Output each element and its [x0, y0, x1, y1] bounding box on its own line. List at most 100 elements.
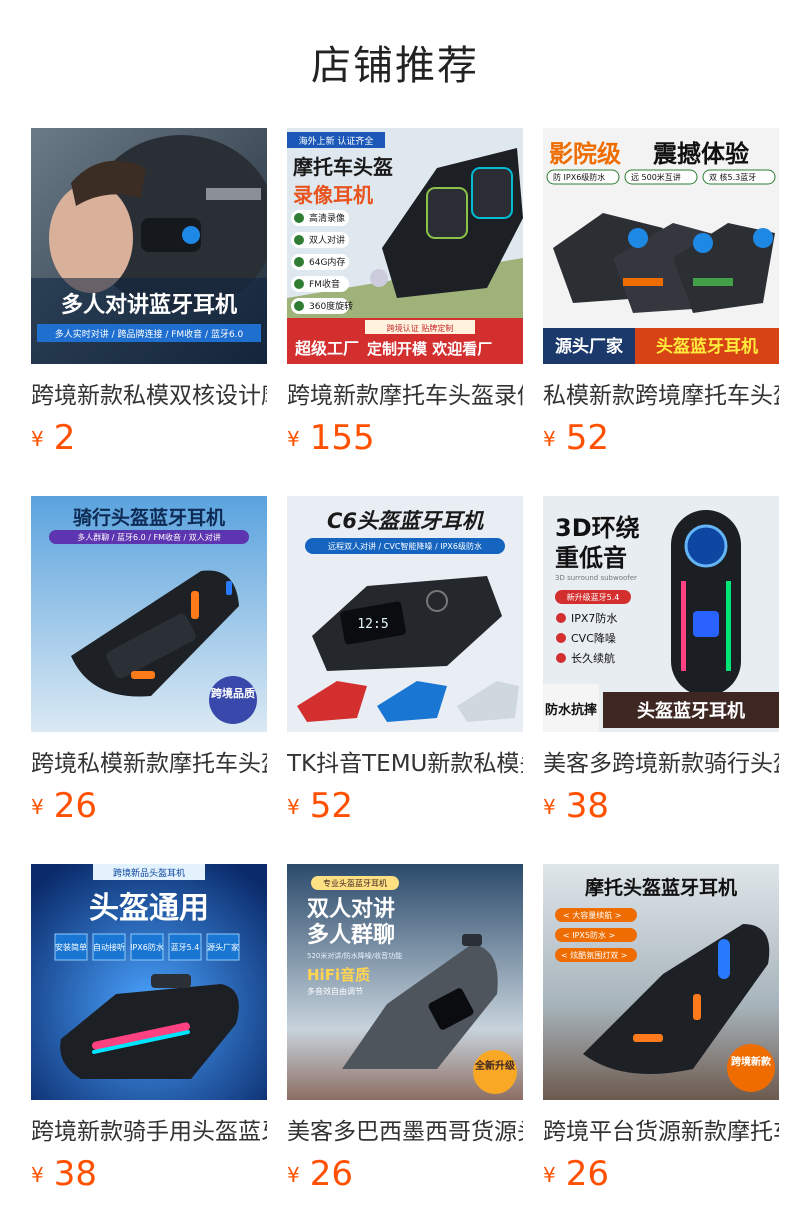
currency-symbol: ¥: [31, 427, 44, 451]
product-image[interactable]: C6头盔蓝牙耳机 远程双人对讲 / CVC智能降噪 / IPX6级防水 12:5: [287, 496, 523, 732]
image-banner-tag: 跨境认证 贴牌定制: [387, 323, 454, 333]
image-highlight: HiFi音质: [307, 966, 370, 984]
currency-symbol: ¥: [543, 1163, 556, 1187]
product-title[interactable]: 美客多巴西墨西哥货源头盔蓝牙耳机: [287, 1112, 523, 1152]
product-price: ¥26: [543, 1152, 609, 1196]
product-image[interactable]: 3D环绕 重低音 3D surround subwoofer 新升级蓝牙5.4 …: [543, 496, 779, 732]
product-title[interactable]: 跨境新款摩托车头盔录像耳机: [287, 376, 523, 416]
image-banner-left: 防水抗摔: [545, 702, 597, 718]
product-card[interactable]: 专业头盔蓝牙耳机 双人对讲 多人群聊 520米对讲/防水降噪/收音功能 HiFi…: [287, 864, 523, 1204]
image-subline: 多人实时对讲 / 跨品牌连接 / FM收音 / 蓝牙6.0: [55, 328, 244, 340]
feature-label: 双人对讲: [309, 234, 345, 246]
product-card[interactable]: 海外上新 认证齐全 摩托车头盔 录像耳机 高清录像 双人对讲 64G内存 FM收…: [287, 128, 523, 468]
image-headline: 骑行头盔蓝牙耳机: [73, 506, 225, 529]
image-headline: 多人群聊: [307, 922, 395, 948]
image-pill: 新升级蓝牙5.4: [567, 592, 620, 602]
image-headline: 摩托车头盔: [293, 155, 393, 179]
feature-label: 360度旋转: [309, 300, 353, 312]
image-banner-right: 头盔蓝牙耳机: [656, 336, 758, 357]
product-card[interactable]: 骑行头盔蓝牙耳机 多人群聊 / 蓝牙6.0 / FM收音 / 双人对讲 跨境品质…: [31, 496, 267, 836]
price-value: 38: [565, 786, 609, 826]
spec-chip: 自动接听: [93, 942, 125, 952]
price-value: 52: [309, 786, 353, 826]
feature-tag: < IPX5防水 >: [563, 930, 615, 940]
product-price: ¥38: [543, 784, 609, 828]
spec-chip: 远 500米互讲: [631, 172, 681, 182]
image-headline: 双人对讲: [307, 897, 395, 922]
price-value: 2: [53, 418, 76, 458]
image-headline: 摩托头盔蓝牙耳机: [585, 876, 737, 899]
image-headline: 重低音: [555, 544, 627, 572]
product-title[interactable]: 跨境新款私模双核设计摩托车头盔蓝牙耳机: [31, 376, 267, 416]
product-image[interactable]: 海外上新 认证齐全 摩托车头盔 录像耳机 高清录像 双人对讲 64G内存 FM收…: [287, 128, 523, 364]
feature-label: CVC降噪: [571, 631, 616, 645]
image-headline: 震撼体验: [653, 140, 749, 168]
price-value: 155: [309, 418, 375, 458]
spec-chip: 双 核5.3蓝牙: [709, 172, 756, 182]
image-seal: 跨境新款: [731, 1055, 772, 1068]
image-banner-left: 源头厂家: [555, 336, 623, 357]
product-price: ¥26: [287, 1152, 353, 1196]
spec-chip: 安装简单: [55, 942, 87, 952]
product-price: ¥38: [31, 1152, 97, 1196]
product-card[interactable]: 影院级 震撼体验 防 IPX6级防水 远 500米互讲 双 核5.3蓝牙 源头厂…: [543, 128, 779, 468]
image-banner-right: 定制开模 欢迎看厂: [367, 340, 492, 358]
product-title[interactable]: 跨境新款骑手用头盔蓝牙耳机: [31, 1112, 267, 1152]
currency-symbol: ¥: [543, 795, 556, 819]
currency-symbol: ¥: [287, 795, 300, 819]
price-value: 26: [53, 786, 97, 826]
currency-symbol: ¥: [31, 795, 44, 819]
feature-label: 64G内存: [309, 256, 345, 268]
feature-label: FM收音: [309, 278, 340, 290]
price-value: 38: [53, 1154, 97, 1194]
product-image[interactable]: 跨境新品头盔耳机 头盔通用 安装简单 自动接听 IPX6防水 蓝牙5.4 源头厂…: [31, 864, 267, 1100]
image-banner-left: 超级工厂: [294, 339, 359, 358]
image-banner-right: 头盔蓝牙耳机: [637, 700, 745, 722]
device-screen-readout: 12:5: [357, 617, 388, 632]
product-card[interactable]: 跨境新品头盔耳机 头盔通用 安装简单 自动接听 IPX6防水 蓝牙5.4 源头厂…: [31, 864, 267, 1204]
product-card[interactable]: 多人对讲蓝牙耳机 多人实时对讲 / 跨品牌连接 / FM收音 / 蓝牙6.0 跨…: [31, 128, 267, 468]
feature-label: 高清录像: [309, 212, 345, 224]
image-headline: 头盔通用: [89, 891, 209, 926]
product-card[interactable]: C6头盔蓝牙耳机 远程双人对讲 / CVC智能降噪 / IPX6级防水 12:5…: [287, 496, 523, 836]
product-image[interactable]: 专业头盔蓝牙耳机 双人对讲 多人群聊 520米对讲/防水降噪/收音功能 HiFi…: [287, 864, 523, 1100]
product-title[interactable]: 跨境私模新款摩托车头盔蓝牙耳机: [31, 744, 267, 784]
feature-tag: < 炫酷氛围灯双 >: [561, 950, 628, 960]
product-grid: 多人对讲蓝牙耳机 多人实时对讲 / 跨品牌连接 / FM收音 / 蓝牙6.0 跨…: [31, 128, 779, 1232]
product-card[interactable]: 3D环绕 重低音 3D surround subwoofer 新升级蓝牙5.4 …: [543, 496, 779, 836]
product-title[interactable]: TK抖音TEMU新款私模头盔蓝牙耳机: [287, 744, 523, 784]
feature-tag: < 大容量续航 >: [563, 910, 622, 920]
image-badge: 专业头盔蓝牙耳机: [323, 878, 387, 888]
product-price: ¥52: [543, 416, 609, 460]
product-title[interactable]: 私模新款跨境摩托车头盔蓝牙耳机: [543, 376, 779, 416]
spec-chip: 防 IPX6级防水: [553, 172, 605, 182]
product-card[interactable]: 摩托头盔蓝牙耳机 < 大容量续航 > < IPX5防水 > < 炫酷氛围灯双 >: [543, 864, 779, 1204]
feature-label: 长久续航: [571, 651, 615, 665]
headset-device-icon: [671, 510, 741, 696]
product-price: ¥2: [31, 416, 75, 460]
spec-chip: IPX6防水: [130, 942, 164, 952]
product-price: ¥155: [287, 416, 375, 460]
image-headline: 多人对讲蓝牙耳机: [61, 292, 237, 318]
image-subline: 远程双人对讲 / CVC智能降噪 / IPX6级防水: [328, 541, 482, 551]
image-headline: 影院级: [549, 140, 621, 168]
image-badge: 跨境品质: [211, 686, 255, 700]
product-image[interactable]: 摩托头盔蓝牙耳机 < 大容量续航 > < IPX5防水 > < 炫酷氛围灯双 >: [543, 864, 779, 1100]
image-headline: 录像耳机: [293, 183, 373, 207]
product-title[interactable]: 美客多跨境新款骑行头盔蓝牙耳机: [543, 744, 779, 784]
image-caption: 3D surround subwoofer: [555, 574, 637, 582]
currency-symbol: ¥: [287, 1163, 300, 1187]
spec-chip: 蓝牙5.4: [171, 942, 200, 952]
product-image[interactable]: 多人对讲蓝牙耳机 多人实时对讲 / 跨品牌连接 / FM收音 / 蓝牙6.0: [31, 128, 267, 364]
product-price: ¥52: [287, 784, 353, 828]
image-badge: 跨境新品头盔耳机: [113, 867, 185, 879]
image-caption: 多音效自由调节: [307, 986, 363, 996]
price-value: 26: [565, 1154, 609, 1194]
product-title[interactable]: 跨境平台货源新款摩托车头盔蓝牙耳机: [543, 1112, 779, 1152]
currency-symbol: ¥: [543, 427, 556, 451]
page-title: 店铺推荐: [311, 43, 479, 89]
product-image[interactable]: 骑行头盔蓝牙耳机 多人群聊 / 蓝牙6.0 / FM收音 / 双人对讲 跨境品质: [31, 496, 267, 732]
image-headline: 3D环绕: [555, 514, 640, 542]
product-image[interactable]: 影院级 震撼体验 防 IPX6级防水 远 500米互讲 双 核5.3蓝牙 源头厂…: [543, 128, 779, 364]
price-value: 52: [565, 418, 609, 458]
